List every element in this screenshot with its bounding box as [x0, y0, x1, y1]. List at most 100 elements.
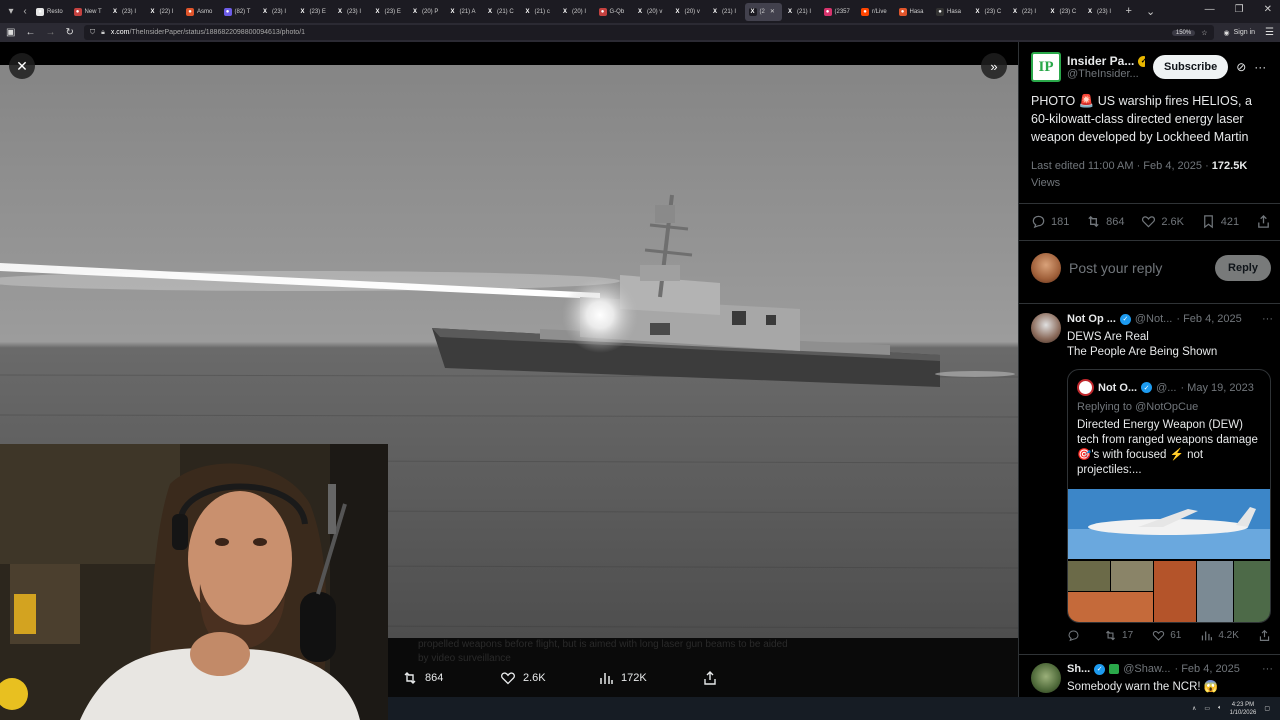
forward-icon[interactable]: → [45, 27, 55, 38]
bookmark-stat[interactable]: 421 [1201, 214, 1239, 229]
my-avatar[interactable] [1031, 253, 1061, 283]
author-handle[interactable]: @TheInsider... [1067, 68, 1145, 80]
repost-stat[interactable]: 17 [1104, 629, 1133, 642]
shield-icon[interactable]: ⛉ [90, 29, 95, 37]
browser-tab[interactable]: X (23) I [107, 3, 145, 21]
media-share-button[interactable] [702, 670, 718, 686]
hidden-alt-text: propelled weapons before flight, but is … [418, 639, 788, 664]
browser-tab[interactable]: ● Hasa [895, 3, 933, 21]
reply-stat[interactable]: 181 [1031, 214, 1069, 229]
edited-timestamp[interactable]: Last edited 11:00 AM · Feb 4, 2025 · [1031, 160, 1212, 172]
browser-tab[interactable]: X (21) I [782, 3, 820, 21]
browser-tab[interactable]: X (20) I [557, 3, 595, 21]
browser-tab[interactable]: ● Hasa [932, 3, 970, 21]
reply-author-name[interactable]: Not Op ... [1067, 313, 1116, 325]
browser-tab[interactable]: X (22) I [145, 3, 183, 21]
author-avatar[interactable]: IP [1031, 52, 1061, 82]
tab-favicon-icon: X [748, 7, 757, 16]
browser-tab[interactable]: ● New T [70, 3, 108, 21]
close-media-button[interactable]: ✕ [9, 53, 35, 79]
tray-chevron-icon[interactable]: ∧ [1192, 705, 1196, 712]
grok-icon[interactable]: ⊘ [1236, 60, 1246, 74]
tab-favicon-icon: X [373, 7, 382, 16]
volume-icon[interactable]: 🔈︎ [1218, 705, 1222, 712]
reply-avatar[interactable] [1031, 313, 1061, 343]
media-repost-button[interactable]: 864 [402, 670, 500, 686]
notification-icon[interactable]: ▢ [1264, 705, 1270, 712]
browser-tab[interactable]: X (23) I [1082, 3, 1120, 21]
close-window-icon[interactable]: ✕ [1264, 4, 1272, 15]
media-repost-count: 864 [425, 672, 444, 684]
browser-tab[interactable]: X (2 ✕ [744, 2, 782, 21]
browser-tab[interactable]: X (23) I [332, 3, 370, 21]
more-options-icon[interactable]: ··· [1262, 663, 1273, 675]
browser-tab[interactable]: X (23) E [370, 3, 408, 21]
browser-tab[interactable]: X (20) v [670, 3, 708, 21]
reply-item[interactable]: Sh... ✓ @Shaw... · Feb 4, 2025 ··· Someb… [1031, 663, 1273, 697]
menu-icon[interactable]: ☰ [1265, 27, 1274, 38]
address-bar[interactable]: ⛉ 🔒︎ x.com/TheInsiderPaper/status/188682… [83, 25, 1214, 40]
restore-icon[interactable]: ❐ [1235, 4, 1244, 15]
browser-tab[interactable]: X (23) E [295, 3, 333, 21]
browser-tab[interactable]: X (23) C [1045, 3, 1083, 21]
media-views-button[interactable]: 172K [598, 670, 702, 686]
browser-tab[interactable]: ● (82) T [220, 3, 258, 21]
sign-in-button[interactable]: ◉ Sign in [1224, 29, 1256, 37]
views-stat[interactable]: 4.2K [1200, 629, 1239, 642]
toggle-sidebar-button[interactable]: » [981, 53, 1007, 79]
back-icon[interactable]: ← [25, 27, 35, 38]
reply-date[interactable]: · Feb 4, 2025 [1176, 313, 1241, 325]
close-tab-icon[interactable]: ✕ [770, 8, 775, 15]
more-options-icon[interactable]: ··· [1254, 60, 1266, 74]
lock-icon[interactable]: 🔒︎ [101, 29, 105, 37]
tab-favicon-icon: X [111, 7, 119, 16]
browser-tab[interactable]: ● G-Qb [595, 3, 633, 21]
browser-tab[interactable]: ● Asmo [182, 3, 220, 21]
bookmark-star-icon[interactable]: ☆ [1201, 29, 1207, 37]
reply-author-handle[interactable]: @Shaw... [1123, 663, 1170, 675]
quote-media-collage[interactable] [1068, 489, 1271, 623]
browser-tab[interactable]: X (23) I [257, 3, 295, 21]
tray-clock[interactable]: 4:23 PM 1/10/2026 [1230, 701, 1257, 717]
browser-tab[interactable]: ● Resto [32, 3, 70, 21]
new-tab-icon[interactable]: + [1126, 5, 1132, 18]
browser-tab[interactable]: X (21) c [520, 3, 558, 21]
reload-icon[interactable]: ↻ [65, 27, 73, 38]
browser-tab[interactable]: ● r/Live [857, 3, 895, 21]
tab-label: Hasa [947, 8, 962, 15]
share-stat[interactable] [1258, 629, 1271, 642]
browser-tab[interactable]: X (20) v [632, 3, 670, 21]
reply-stat[interactable] [1067, 629, 1085, 642]
like-stat[interactable]: 2.6K [1141, 214, 1184, 229]
repost-stat[interactable]: 864 [1086, 214, 1125, 229]
reply-button[interactable]: Reply [1215, 255, 1271, 281]
browser-tab[interactable]: X (22) I [1007, 3, 1045, 21]
reply-author-handle[interactable]: @Not... [1135, 313, 1172, 325]
share-stat[interactable] [1256, 214, 1271, 229]
browser-tab[interactable]: X (21) I [707, 3, 745, 21]
browser-tab[interactable]: X (21) C [482, 3, 520, 21]
browser-tab[interactable]: X (21) A [445, 3, 483, 21]
browser-tab[interactable]: X (23) C [970, 3, 1008, 21]
browser-tab[interactable]: ● (2357 [820, 3, 858, 21]
more-options-icon[interactable]: ··· [1262, 313, 1273, 325]
reply-avatar[interactable] [1031, 663, 1061, 693]
zoom-level[interactable]: 150% [1171, 29, 1196, 36]
minimize-icon[interactable]: — [1205, 4, 1215, 15]
reply-author-name[interactable]: Sh... [1067, 663, 1090, 675]
media-like-button[interactable]: 2.6K [500, 670, 598, 686]
tab-favicon-icon: X [336, 7, 344, 16]
scroll-tabs-left-icon[interactable]: ‹ [18, 6, 32, 17]
reply-item[interactable]: Not Op ... ✓ @Not... · Feb 4, 2025 ··· D… [1031, 313, 1273, 653]
network-icon[interactable]: ▭ [1204, 705, 1210, 712]
tab-dropdown-icon[interactable]: ⌄ [1146, 5, 1155, 18]
quoted-tweet[interactable]: Not O... ✓ @... · May 19, 2023 Replying … [1067, 369, 1271, 623]
reply-input[interactable]: Post your reply [1069, 260, 1215, 276]
browser-tab[interactable]: X (20) P [407, 3, 445, 21]
reply-date[interactable]: · Feb 4, 2025 [1174, 663, 1239, 675]
tab-list-icon[interactable]: ▾ [4, 6, 18, 17]
author-name-row[interactable]: Insider Pa... ✓ [1067, 54, 1145, 68]
subscribe-button[interactable]: Subscribe [1153, 55, 1229, 79]
like-stat[interactable]: 61 [1152, 629, 1181, 642]
sidebar-toggle-icon[interactable]: ▣ [6, 27, 15, 38]
